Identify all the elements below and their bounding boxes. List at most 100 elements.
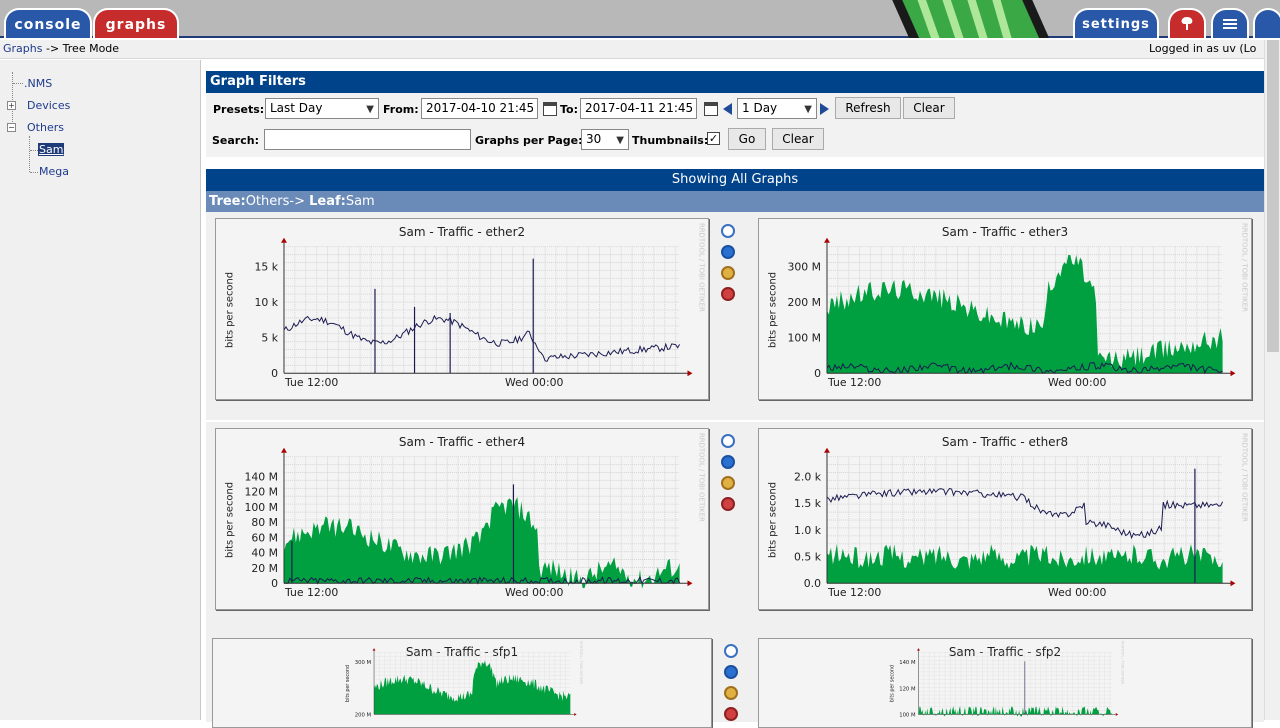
tree-view-button[interactable] — [1168, 8, 1206, 38]
inbound-area — [918, 706, 1112, 717]
tree-connector — [13, 83, 23, 84]
chevron-down-icon: ▼ — [366, 104, 374, 115]
search-input[interactable] — [264, 129, 471, 150]
calendar-icon[interactable] — [704, 102, 718, 116]
clear-search-button[interactable]: Clear — [772, 128, 824, 150]
scrollbar-thumb[interactable] — [1267, 40, 1279, 352]
clear-dates-button[interactable]: Clear — [903, 97, 955, 119]
x-tick-label: Tue 12:00 — [827, 376, 881, 389]
rrdtool-watermark: RRDTOOL / TOBI OETIKER — [697, 223, 705, 312]
outbound-line — [283, 314, 681, 362]
tree-path-value: Others-> — [245, 194, 305, 209]
y-tick-label: 100 M — [787, 332, 821, 345]
x-axis-arrow — [687, 580, 693, 587]
tree-item-label: Others — [27, 121, 64, 134]
to-date-input[interactable]: 2017-04-11 21:45 — [580, 98, 697, 119]
y-tick-label: 2.0 k — [794, 470, 822, 483]
y-axis-label: bits per second — [768, 482, 779, 558]
vertical-scrollbar[interactable] — [1264, 40, 1280, 720]
presets-select[interactable]: Last Day ▼ — [265, 98, 379, 119]
y-axis-arrow — [281, 237, 287, 243]
edit-icon[interactable] — [724, 686, 738, 700]
download-icon[interactable] — [721, 455, 735, 469]
graphs-tab[interactable]: graphs — [93, 8, 179, 38]
console-tab[interactable]: console — [4, 8, 92, 38]
download-icon[interactable] — [724, 665, 738, 679]
zoom-icon[interactable] — [721, 224, 735, 238]
y-tick-label: 120 M — [899, 686, 916, 692]
tree-item-others[interactable]: − Others — [7, 121, 64, 134]
graph-image[interactable]: Sam - Traffic - ether4 140 M 120 M 100 M 80 … — [215, 428, 709, 610]
timespan-select[interactable]: 1 Day ▼ — [737, 98, 817, 119]
chevron-down-icon: ▼ — [804, 104, 812, 115]
tree-item-label: Devices — [27, 99, 71, 112]
graph-image[interactable]: Sam - Traffic - sfp1 300 M 200 Mbits per s… — [212, 638, 712, 728]
chevron-down-icon: ▼ — [616, 135, 624, 146]
graph-image[interactable]: Sam - Traffic - sfp2 140 M 120 M 100 Mbits … — [758, 638, 1252, 728]
collapse-icon[interactable]: − — [7, 123, 16, 132]
y-axis-label: bits per second — [768, 272, 779, 348]
per-page-select[interactable]: 30 ▼ — [581, 129, 629, 150]
y-tick-label: 1.5 k — [794, 497, 822, 510]
y-tick-label: 15 k — [254, 260, 278, 273]
breadcrumb-graphs-link[interactable]: Graphs — [3, 42, 42, 55]
x-tick-label: Wed 00:00 — [1048, 376, 1107, 389]
expand-icon[interactable]: + — [7, 101, 16, 110]
y-axis-arrow — [824, 447, 830, 453]
x-axis-arrow — [1115, 712, 1119, 716]
kill-icon[interactable] — [721, 287, 735, 301]
edit-icon[interactable] — [721, 476, 735, 490]
x-tick-label: Tue 12:00 — [284, 376, 338, 389]
calendar-icon[interactable] — [543, 102, 557, 116]
preview-view-button[interactable] — [1253, 8, 1280, 38]
y-tick-label: 300 M — [355, 660, 372, 666]
tree-item-sam[interactable]: Sam — [38, 143, 65, 156]
x-tick-label: Wed 00:00 — [505, 586, 564, 599]
y-tick-label: 5 k — [261, 332, 278, 345]
graph-plot: 2.0 k 1.5 k 1.0 k 0.5 k 0.0 Tue 12:00 Wed 00:0… — [768, 433, 1249, 599]
rrdtool-watermark: RRDTOOL / TOBI OETIKER — [579, 641, 583, 685]
shift-right-icon[interactable] — [820, 103, 829, 115]
shift-left-icon[interactable] — [723, 103, 732, 115]
showing-header: Showing All Graphs — [206, 169, 1264, 191]
y-tick-label: 120 M — [244, 486, 278, 499]
per-page-value: 30 — [586, 132, 602, 146]
breadcrumb-bar: Graphs -> Tree Mode Logged in as uv (Lo — [0, 40, 1264, 59]
y-tick-label: 140 M — [244, 470, 278, 483]
go-button[interactable]: Go — [728, 128, 766, 150]
list-view-button[interactable] — [1211, 8, 1249, 38]
zoom-icon[interactable] — [724, 644, 738, 658]
graph-image[interactable]: Sam - Traffic - ether2 15 k 10 k5 k 0 Tue 12… — [215, 218, 709, 400]
thumbnails-checkbox[interactable]: ✓ — [707, 132, 720, 145]
zoom-icon[interactable] — [721, 434, 735, 448]
y-axis-arrow — [281, 447, 287, 453]
kill-icon[interactable] — [721, 497, 735, 511]
edit-icon[interactable] — [721, 266, 735, 280]
y-axis-arrow — [917, 648, 920, 651]
y-axis-label: bits per second — [889, 665, 895, 702]
kill-icon[interactable] — [724, 707, 738, 721]
x-axis-arrow — [687, 370, 693, 377]
y-tick-label: 100 M — [899, 712, 916, 718]
tree-item-nms[interactable]: .NMS — [24, 77, 52, 90]
y-tick-label: 0 — [271, 367, 278, 380]
to-label-text: To: — [560, 103, 578, 116]
tree-connector — [30, 150, 38, 151]
leaf-value: Sam — [345, 194, 375, 209]
graph-image[interactable]: Sam - Traffic - ether8 2.0 k 1.5 k 1.0 k 0.5… — [758, 428, 1252, 610]
tree-item-mega[interactable]: Mega — [39, 165, 69, 178]
refresh-button[interactable]: Refresh — [835, 97, 901, 119]
graph-image[interactable]: Sam - Traffic - ether3 300 M 200 M 100 M 0 Tu… — [758, 218, 1252, 400]
y-axis-label: bits per second — [225, 482, 236, 558]
graph-plot: 140 M 120 M 100 M 80 M 60 M 40 M 20 M 0 Tue 12:0… — [225, 433, 706, 599]
tree-connector — [30, 172, 38, 173]
graph-filters-header: Graph Filters — [206, 71, 1264, 93]
from-date-input[interactable]: 2017-04-10 21:45 — [421, 98, 538, 119]
from-label: From: — [383, 103, 419, 116]
download-icon[interactable] — [721, 245, 735, 259]
graph-plot: 15 k 10 k 5 k 0 Tue 12:00 Wed 00:00 bits per s… — [225, 223, 706, 389]
x-axis-arrow — [1230, 370, 1236, 377]
tree-item-devices[interactable]: + Devices — [7, 99, 70, 112]
y-tick-label: 40 M — [251, 547, 278, 560]
settings-tab[interactable]: settings — [1073, 8, 1159, 38]
